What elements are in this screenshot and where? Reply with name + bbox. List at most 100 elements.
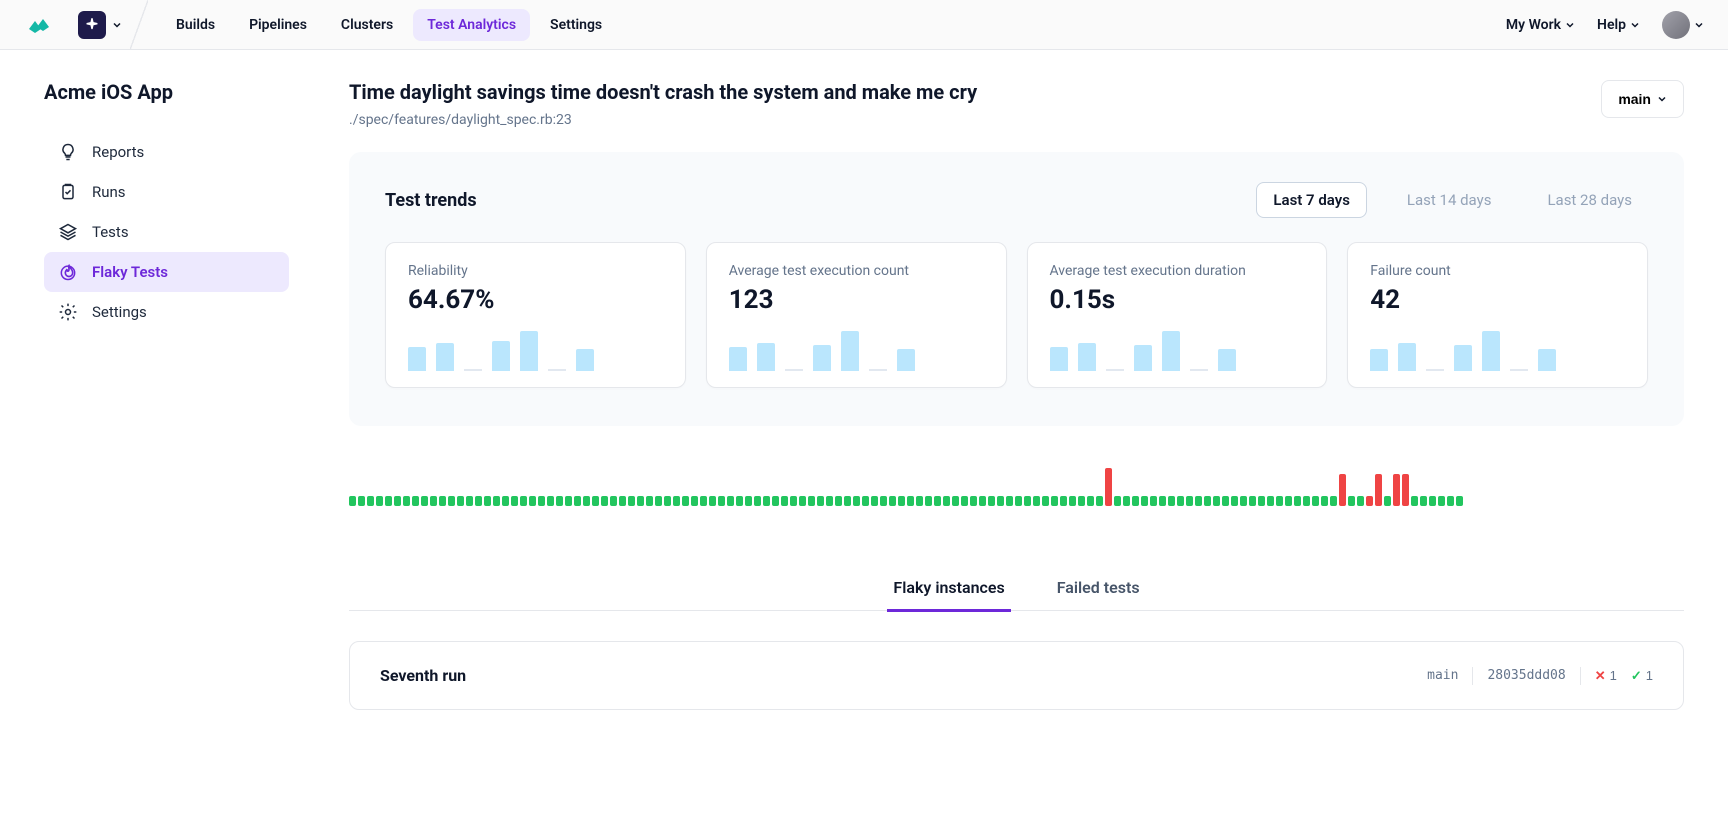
run-tick[interactable] [1438,496,1445,506]
run-tick[interactable] [916,496,923,506]
run-tick[interactable] [1186,496,1193,506]
run-tick[interactable] [1330,496,1337,506]
run-tick[interactable] [1312,496,1319,506]
run-card[interactable]: Seventh run main 28035ddd08 ✕ 1 ✓ 1 [349,641,1684,710]
run-tick[interactable] [412,496,419,506]
run-tick[interactable] [1402,474,1409,506]
run-tick[interactable] [655,496,662,506]
run-tick[interactable] [502,496,509,506]
run-tick[interactable] [475,496,482,506]
run-tick[interactable] [736,496,743,506]
run-tick[interactable] [817,496,824,506]
run-tick[interactable] [484,496,491,506]
run-tick[interactable] [844,496,851,506]
run-tick[interactable] [421,496,428,506]
run-tick[interactable] [1429,496,1436,506]
run-tick[interactable] [1150,496,1157,506]
run-tick[interactable] [772,496,779,506]
run-tick[interactable] [853,496,860,506]
run-tick[interactable] [1168,496,1175,506]
org-switcher[interactable] [78,0,130,49]
run-tick[interactable] [682,496,689,506]
run-tick[interactable] [808,496,815,506]
run-tick[interactable] [826,496,833,506]
run-history-strip[interactable] [349,466,1684,506]
run-tick[interactable] [385,496,392,506]
run-tick[interactable] [493,496,500,506]
run-tick[interactable] [367,496,374,506]
run-tick[interactable] [1393,474,1400,506]
logo[interactable] [0,0,78,49]
run-tick[interactable] [664,496,671,506]
run-tick[interactable] [700,496,707,506]
run-tick[interactable] [880,496,887,506]
run-tick[interactable] [565,496,572,506]
run-tick[interactable] [997,496,1004,506]
run-tick[interactable] [673,496,680,506]
run-tick[interactable] [511,496,518,506]
run-tick[interactable] [1051,496,1058,506]
run-tick[interactable] [1357,496,1364,506]
run-tick[interactable] [727,496,734,506]
run-tick[interactable] [790,496,797,506]
run-tick[interactable] [1159,496,1166,506]
sidebar-item-reports[interactable]: Reports [44,132,289,172]
run-tick[interactable] [601,496,608,506]
run-tick[interactable] [1078,496,1085,506]
run-tick[interactable] [1105,468,1112,506]
tab-builds[interactable]: Builds [162,9,229,41]
run-tick[interactable] [1069,496,1076,506]
tab-test-analytics[interactable]: Test Analytics [413,9,530,41]
user-menu[interactable] [1662,11,1704,39]
run-tick[interactable] [448,496,455,506]
run-tick[interactable] [1204,496,1211,506]
run-tick[interactable] [1456,496,1463,506]
tab-clusters[interactable]: Clusters [327,9,407,41]
run-tick[interactable] [1258,496,1265,506]
run-tick[interactable] [1015,496,1022,506]
run-tick[interactable] [709,496,716,506]
run-tick[interactable] [763,496,770,506]
run-tick[interactable] [646,496,653,506]
run-tick[interactable] [754,496,761,506]
run-tick[interactable] [781,496,788,506]
run-tick[interactable] [1447,496,1454,506]
run-tick[interactable] [358,496,365,506]
tab-pipelines[interactable]: Pipelines [235,9,321,41]
run-tick[interactable] [1321,496,1328,506]
run-tick[interactable] [835,496,842,506]
subtab-failed-tests[interactable]: Failed tests [1051,566,1146,612]
run-tick[interactable] [871,496,878,506]
run-tick[interactable] [1420,496,1427,506]
run-tick[interactable] [529,496,536,506]
run-tick[interactable] [349,496,356,506]
run-tick[interactable] [970,496,977,506]
run-tick[interactable] [952,496,959,506]
run-tick[interactable] [943,496,950,506]
run-tick[interactable] [466,496,473,506]
run-tick[interactable] [862,496,869,506]
run-tick[interactable] [394,496,401,506]
run-tick[interactable] [1303,496,1310,506]
sidebar-item-tests[interactable]: Tests [44,212,289,252]
run-tick[interactable] [961,496,968,506]
run-tick[interactable] [1024,496,1031,506]
run-tick[interactable] [1087,496,1094,506]
run-tick[interactable] [1060,496,1067,506]
run-tick[interactable] [1033,496,1040,506]
sidebar-item-flaky-tests[interactable]: Flaky Tests [44,252,289,292]
run-tick[interactable] [403,496,410,506]
run-tick[interactable] [1375,474,1382,506]
run-tick[interactable] [1240,496,1247,506]
run-tick[interactable] [439,496,446,506]
sidebar-item-runs[interactable]: Runs [44,172,289,212]
run-tick[interactable] [1294,496,1301,506]
run-tick[interactable] [745,496,752,506]
run-tick[interactable] [1096,496,1103,506]
help-menu[interactable]: Help [1597,17,1640,33]
run-tick[interactable] [1114,496,1121,506]
run-tick[interactable] [592,496,599,506]
run-tick[interactable] [1141,496,1148,506]
range-last-14-days[interactable]: Last 14 days [1391,183,1508,217]
run-tick[interactable] [979,496,986,506]
